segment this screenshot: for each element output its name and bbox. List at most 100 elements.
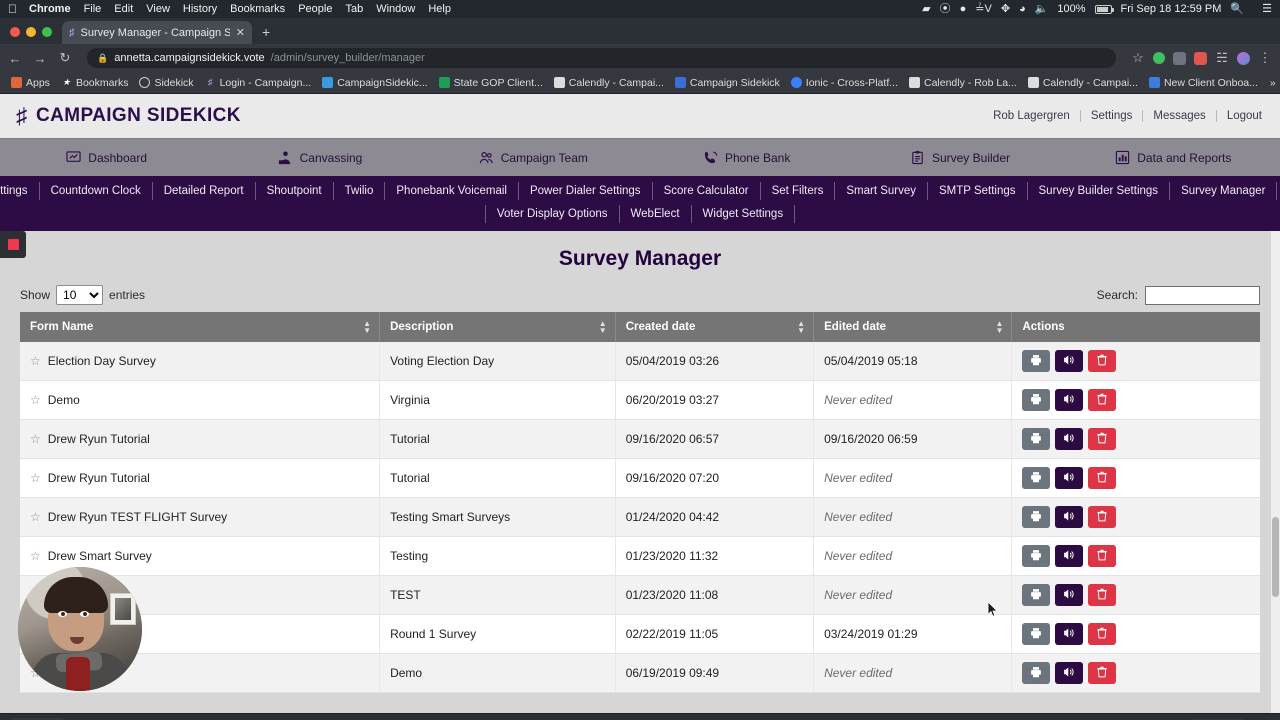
delete-button[interactable] [1088,584,1117,606]
wifi-icon[interactable]: ◕ [1019,3,1026,15]
print-button[interactable] [1022,584,1051,606]
menu-view[interactable]: View [146,3,170,15]
red-extension-icon[interactable] [1194,51,1207,65]
table-row[interactable]: ☆Survey 2.0Round 1 Survey02/22/2019 11:0… [20,614,1260,654]
menu-people[interactable]: People [298,3,332,15]
favorite-star-icon[interactable]: ☆ [30,432,41,446]
print-button[interactable] [1022,662,1051,684]
menu-bookmarks[interactable]: Bookmarks [230,3,285,15]
audio-button[interactable] [1055,350,1084,372]
print-button[interactable] [1022,467,1051,489]
delete-button[interactable] [1088,428,1117,450]
bookmark-state-gop-client[interactable]: State GOP Client... [434,75,548,91]
window-traffic-lights[interactable] [8,27,62,44]
brand-logo[interactable]: ♯ CAMPAIGN SIDEKICK [16,103,241,129]
table-row[interactable]: ☆ Drew Ryun Tutorial Tutorial 09/16/2020 07… [20,458,1260,498]
delete-button[interactable] [1088,350,1117,372]
favorite-star-icon[interactable]: ☆ [30,549,41,563]
menu-kebab-icon[interactable]: ⋮ [1258,50,1272,66]
table-row[interactable]: ☆ Drew Ryun Tutorial Tutorial 09/16/2020 06… [20,419,1260,459]
maximize-window-button[interactable] [42,27,52,37]
audio-button[interactable] [1055,623,1084,645]
text-expander-icon[interactable]: ≟V [975,3,992,15]
header-link-settings[interactable]: Settings [1081,110,1144,122]
favorite-star-icon[interactable]: ☆ [30,393,41,407]
control-center-icon[interactable]: ☰ [1262,3,1272,15]
nav-item-canvassing[interactable]: Canvassing [213,139,426,176]
volume-icon[interactable]: 🔈 [1035,3,1049,15]
column-header-created-date[interactable]: Created date ▲ ▼ [615,312,815,342]
bookmark-calendly-campaign-2[interactable]: Calendly - Campai... [1023,75,1143,91]
bookmark-calendly-rob[interactable]: Calendly - Rob La... [904,75,1022,91]
close-tab-icon[interactable]: ✕ [236,26,245,39]
menu-help[interactable]: Help [428,3,451,15]
table-row[interactable]: ☆ Demo Virginia 06/20/2019 03:27 Never edite… [20,380,1260,420]
reload-button[interactable]: ↻ [58,50,72,66]
bookmark-ionic[interactable]: Ionic - Cross-Platf... [786,75,903,91]
page-scrollbar[interactable] [1271,231,1280,713]
cell-form-name[interactable]: ☆ Drew Ryun TEST FLIGHT Survey [20,497,381,537]
column-header-form-name[interactable]: Form Name ▲ ▼ [20,312,381,342]
spiral-icon[interactable]: ⦿ [940,3,951,15]
spotlight-search-icon[interactable]: 🔍 [1230,3,1244,15]
delete-button[interactable] [1088,623,1117,645]
subnav-widget-settings[interactable]: Widget Settings [692,205,796,223]
subnav-detailed-report[interactable]: Detailed Report [153,182,256,200]
subnav-score-calculator[interactable]: Score Calculator [653,182,761,200]
subnav-survey-builder-settings[interactable]: Survey Builder Settings [1028,182,1171,200]
nav-item-dashboard[interactable]: Dashboard [0,139,213,176]
print-button[interactable] [1022,623,1051,645]
subnav-webelect[interactable]: WebElect [620,205,692,223]
green-dot-icon[interactable] [1153,52,1165,64]
apple-menu-icon[interactable]:  [8,3,17,15]
bookmark-calendly-campaign-1[interactable]: Calendly - Campai... [549,75,669,91]
bookmarks-overflow-button[interactable]: » [1265,75,1280,91]
table-row[interactable]: ☆ Drew Ryun TEST FLIGHT Survey Testing Sma… [20,497,1260,537]
audio-button[interactable] [1055,389,1084,411]
subnav-countdown-clock[interactable]: Countdown Clock [40,182,153,200]
cell-form-name[interactable]: ☆ Demo [20,380,381,420]
bookmark-login-campaign[interactable]: ♯ Login - Campaign... [200,75,317,91]
delete-button[interactable] [1088,389,1117,411]
bookmark-campaignsidekick-drive[interactable]: CampaignSidekic... [317,75,432,91]
column-header-description[interactable]: Description ▲ ▼ [379,312,616,342]
delete-button[interactable] [1088,545,1117,567]
column-header-edited-date[interactable]: Edited date ▲ ▼ [813,312,1013,342]
menu-window[interactable]: Window [376,3,415,15]
page-size-select[interactable]: 10 25 50 100 [56,285,104,305]
print-button[interactable] [1022,545,1051,567]
print-button[interactable] [1022,350,1051,372]
dropbox-icon[interactable]: ● [960,3,967,15]
audio-button[interactable] [1055,506,1084,528]
profile-avatar-icon[interactable] [1237,51,1250,65]
screen-record-icon[interactable]: ▰ [922,3,930,15]
audio-button[interactable] [1055,545,1084,567]
bookmark-bookmarks[interactable]: ★ Bookmarks [56,75,134,91]
extension-icon[interactable] [1173,51,1186,65]
table-row[interactable]: ☆ Election Day Survey Voting Election Day 0… [20,342,1260,381]
bookmark-star-icon[interactable]: ☆ [1131,50,1145,66]
bookmark-apps[interactable]: Apps [6,75,55,91]
favorite-star-icon[interactable]: ☆ [30,471,41,485]
menu-file[interactable]: File [84,3,102,15]
puzzle-icon[interactable]: ☵ [1215,50,1229,66]
subnav-phonebank-voicemail[interactable]: Phonebank Voicemail [385,182,519,200]
back-button[interactable]: ← [8,51,22,66]
cell-form-name[interactable]: ☆ Drew Ryun Tutorial [20,419,381,459]
scrollbar-thumb[interactable] [1272,517,1279,597]
subnav-twilio[interactable]: Twilio [334,182,386,200]
audio-button[interactable] [1055,428,1084,450]
header-link-logout[interactable]: Logout [1217,110,1264,122]
delete-button[interactable] [1088,506,1117,528]
header-link-messages[interactable]: Messages [1143,110,1217,122]
forward-button[interactable]: → [33,51,47,66]
table-row[interactable]: ☆Demo06/19/2019 09:49Never edited [20,653,1260,693]
stop-recording-button[interactable] [0,231,26,258]
nav-item-campaign-team[interactable]: Campaign Team [427,139,640,176]
new-tab-button[interactable]: + [252,24,280,44]
subnav-shoutpoint[interactable]: Shoutpoint [256,182,334,200]
subnav-smtp-settings[interactable]: SMTP Settings [928,182,1028,200]
menu-edit[interactable]: Edit [114,3,133,15]
subnav-power-dialer-settings[interactable]: Power Dialer Settings [519,182,653,200]
subnav-set-filters[interactable]: Set Filters [761,182,836,200]
